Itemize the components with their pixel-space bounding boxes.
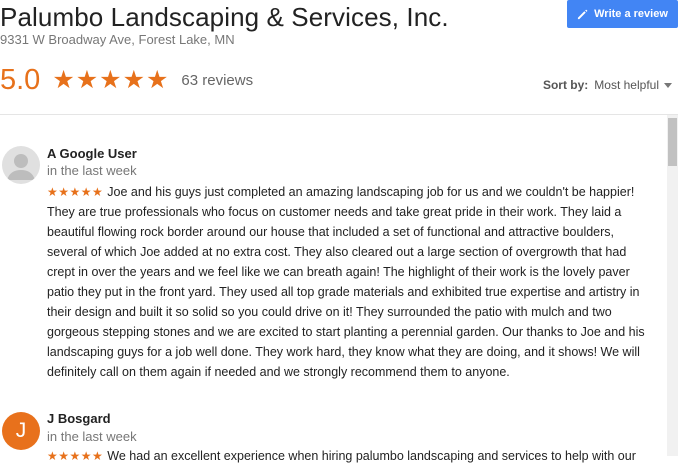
- review-body: ★★★★★ We had an excellent experience when…: [47, 446, 655, 466]
- review-time: in the last week: [47, 429, 137, 444]
- avatar-letter: J: [15, 419, 27, 442]
- rating-score: 5.0: [0, 63, 41, 96]
- user-silhouette-icon: [7, 154, 35, 180]
- business-name: Palumbo Landscaping & Services, Inc.: [0, 2, 449, 32]
- scrollbar-thumb[interactable]: [668, 118, 677, 166]
- avatar[interactable]: [2, 146, 40, 184]
- rating-summary: 5.0 ★★★★★ 63 reviews: [0, 62, 253, 98]
- avatar[interactable]: J: [2, 412, 40, 450]
- review-text: Joe and his guys just completed an amazi…: [47, 185, 645, 379]
- review-count: 63 reviews: [181, 71, 254, 89]
- sort-control: Sort by: Most helpful: [543, 78, 672, 92]
- review-text: We had an excellent experience when hiri…: [107, 449, 636, 463]
- rating-stars: ★★★★★: [52, 66, 170, 94]
- review-body: ★★★★★ Joe and his guys just completed an …: [47, 182, 655, 382]
- sort-selected-value: Most helpful: [594, 78, 659, 92]
- review-author[interactable]: A Google User: [47, 146, 137, 161]
- sort-label: Sort by:: [542, 78, 589, 92]
- pencil-icon: [577, 9, 588, 20]
- review-stars: ★★★★★: [47, 185, 104, 199]
- review-time: in the last week: [47, 163, 137, 178]
- write-review-label: Write a review: [594, 8, 668, 20]
- write-review-button[interactable]: Write a review: [567, 0, 678, 28]
- business-address: 9331 W Broadway Ave, Forest Lake, MN: [0, 32, 235, 47]
- scrollbar[interactable]: [667, 115, 678, 456]
- review-stars: ★★★★★: [47, 449, 104, 463]
- divider: [0, 114, 678, 115]
- caret-down-icon: [664, 82, 672, 88]
- review-author[interactable]: J Bosgard: [47, 411, 111, 426]
- sort-dropdown[interactable]: Most helpful: [594, 78, 672, 92]
